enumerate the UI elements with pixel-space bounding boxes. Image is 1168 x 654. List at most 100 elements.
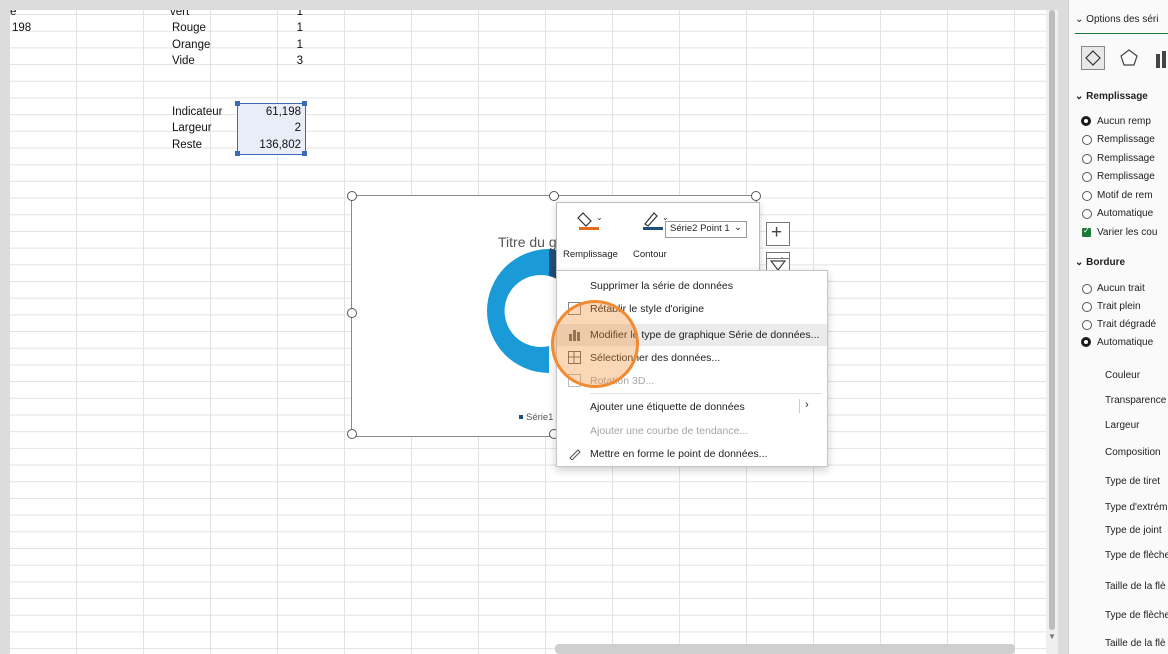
chart-resize-handle[interactable] bbox=[347, 191, 357, 201]
bar-chart-icon[interactable] bbox=[1155, 50, 1168, 68]
chart-resize-handle[interactable] bbox=[347, 308, 357, 318]
fill-label[interactable]: Remplissage bbox=[563, 249, 618, 260]
prop-join-type[interactable]: Type de joint bbox=[1105, 525, 1162, 536]
cell-a-value[interactable]: 198 bbox=[12, 22, 31, 34]
spreadsheet-grid[interactable]: e vert 1 198 Rouge 1 Orange 1 Vide 3 Ind… bbox=[10, 10, 1056, 654]
prop-width[interactable]: Largeur bbox=[1105, 420, 1139, 431]
series-select-value: Série2 Point 1 bbox=[670, 223, 730, 234]
section-fill[interactable]: ⌄ Remplissage bbox=[1075, 91, 1148, 102]
chevron-down-icon: ⌄ bbox=[1075, 91, 1087, 102]
range-handle[interactable] bbox=[235, 151, 240, 156]
prop-begin-arrow-type[interactable]: Type de flèche bbox=[1105, 550, 1168, 561]
cell-vert-value[interactable]: 1 bbox=[243, 10, 303, 18]
pentagon-icon[interactable] bbox=[1119, 48, 1139, 68]
cell-partial[interactable]: e bbox=[10, 10, 16, 18]
outline-label[interactable]: Contour bbox=[633, 249, 667, 260]
option-label: Aucun remp bbox=[1097, 116, 1151, 127]
menu-item-label: Ajouter une courbe de tendance... bbox=[590, 425, 749, 437]
mini-format-toolbar: ⌄ ⌄ Remplissage Contour Série2 Point 1 ⌄ bbox=[556, 202, 760, 274]
option-label: Varier les cou bbox=[1097, 227, 1158, 238]
radio-solid-fill[interactable] bbox=[1082, 135, 1092, 145]
chart-resize-handle[interactable] bbox=[347, 429, 357, 439]
pane-header-underline bbox=[1075, 33, 1168, 34]
menu-separator bbox=[590, 393, 822, 394]
legend-label: Série1 bbox=[526, 412, 554, 423]
cell-largeur[interactable]: Largeur bbox=[172, 122, 212, 134]
option-label: Trait dégradé bbox=[1097, 319, 1157, 330]
cell-indicateur-value[interactable]: 61,198 bbox=[241, 106, 301, 118]
range-handle[interactable] bbox=[302, 151, 307, 156]
scroll-down-arrow-icon[interactable]: ▼ bbox=[1048, 632, 1056, 641]
prop-end-arrow-type[interactable]: Type de flèche bbox=[1105, 610, 1168, 621]
section-border-label: Bordure bbox=[1086, 257, 1126, 268]
legend-swatch bbox=[519, 415, 523, 420]
option-label: Aucun trait bbox=[1097, 283, 1145, 294]
prop-transparency[interactable]: Transparence bbox=[1105, 395, 1166, 406]
click-highlight bbox=[551, 300, 639, 388]
radio-no-line[interactable] bbox=[1082, 284, 1092, 294]
prop-begin-arrow-size[interactable]: Taille de la flè bbox=[1105, 581, 1166, 592]
section-border[interactable]: ⌄ Bordure bbox=[1075, 257, 1125, 268]
outline-color-swatch bbox=[643, 227, 663, 230]
section-fill-label: Remplissage bbox=[1086, 91, 1148, 102]
cell-orange-value[interactable]: 1 bbox=[243, 39, 303, 51]
cell-indicateur[interactable]: Indicateur bbox=[172, 106, 223, 118]
radio-gradient-line[interactable] bbox=[1082, 320, 1092, 330]
radio-gradient-fill[interactable] bbox=[1082, 154, 1092, 164]
prop-color[interactable]: Couleur bbox=[1105, 370, 1140, 381]
scrollbar-thumb[interactable] bbox=[1049, 10, 1055, 630]
menu-add-trendline[interactable]: Ajouter une courbe de tendance... bbox=[557, 420, 827, 442]
checkbox-vary-colors[interactable]: ✓ bbox=[1082, 226, 1091, 237]
format-pane: ⌄ Options des séri ⌄ Remplissage Aucun r… bbox=[1068, 0, 1168, 654]
prop-compound[interactable]: Composition bbox=[1105, 447, 1161, 458]
fill-bucket-icon[interactable]: ⌄ bbox=[577, 209, 603, 231]
radio-pattern-fill[interactable] bbox=[1082, 191, 1092, 201]
radio-no-fill[interactable] bbox=[1081, 116, 1091, 126]
prop-end-arrow-size[interactable]: Taille de la flè bbox=[1105, 638, 1166, 649]
range-handle[interactable] bbox=[302, 101, 307, 106]
plus-icon: + bbox=[771, 222, 783, 243]
cell-largeur-value[interactable]: 2 bbox=[241, 122, 301, 134]
vertical-scrollbar[interactable]: ▼ bbox=[1046, 10, 1058, 654]
cell-rouge[interactable]: Rouge bbox=[172, 22, 206, 34]
option-label: Motif de rem bbox=[1097, 190, 1153, 201]
svg-text:⌄: ⌄ bbox=[596, 213, 603, 222]
chevron-down-icon: ⌄ bbox=[734, 222, 742, 233]
cell-rouge-value[interactable]: 1 bbox=[243, 22, 303, 34]
option-label: Remplissage bbox=[1097, 153, 1155, 164]
option-label: Automatique bbox=[1097, 208, 1154, 219]
menu-delete-series[interactable]: Supprimer la série de données bbox=[557, 275, 827, 297]
chart-elements-button[interactable]: + bbox=[766, 222, 790, 246]
cell-reste[interactable]: Reste bbox=[172, 139, 202, 151]
range-handle[interactable] bbox=[235, 101, 240, 106]
menu-item-label: Supprimer la série de données bbox=[590, 280, 734, 292]
chart-resize-handle[interactable] bbox=[751, 191, 761, 201]
donut-series1-segment[interactable] bbox=[487, 249, 549, 373]
fill-color-swatch bbox=[579, 227, 599, 230]
radio-picture-fill[interactable] bbox=[1082, 172, 1092, 182]
chart-resize-handle[interactable] bbox=[549, 191, 559, 201]
cell-vide[interactable]: Vide bbox=[172, 55, 195, 67]
paint-bucket-icon bbox=[1085, 50, 1101, 66]
series-element-select[interactable]: Série2 Point 1 ⌄ bbox=[665, 221, 747, 238]
prop-dash-type[interactable]: Type de tiret bbox=[1105, 476, 1160, 487]
horizontal-scrollbar[interactable] bbox=[555, 644, 1015, 654]
pane-header[interactable]: ⌄ Options des séri bbox=[1075, 14, 1158, 25]
option-label: Automatique bbox=[1097, 337, 1154, 348]
menu-format-data-point[interactable]: Mettre en forme le point de données... bbox=[557, 443, 827, 465]
cell-orange[interactable]: Orange bbox=[172, 39, 210, 51]
pane-header-label: Options des séri bbox=[1086, 14, 1159, 25]
menu-add-data-label[interactable]: Ajouter une étiquette de données › bbox=[557, 396, 827, 418]
radio-solid-line[interactable] bbox=[1082, 302, 1092, 312]
chart-legend[interactable]: Série1 bbox=[519, 412, 553, 423]
fill-line-tab[interactable] bbox=[1081, 46, 1105, 70]
chevron-down-icon: ⌄ bbox=[1075, 14, 1087, 25]
prop-cap-type[interactable]: Type d'extrém bbox=[1105, 502, 1168, 513]
cell-vert[interactable]: vert bbox=[170, 10, 189, 18]
option-label: Trait plein bbox=[1097, 301, 1141, 312]
cell-reste-value[interactable]: 136,802 bbox=[241, 139, 301, 151]
menu-item-label: Ajouter une étiquette de données bbox=[590, 401, 745, 413]
radio-automatic-line[interactable] bbox=[1081, 337, 1091, 347]
radio-automatic-fill[interactable] bbox=[1082, 209, 1092, 219]
cell-vide-value[interactable]: 3 bbox=[243, 55, 303, 67]
